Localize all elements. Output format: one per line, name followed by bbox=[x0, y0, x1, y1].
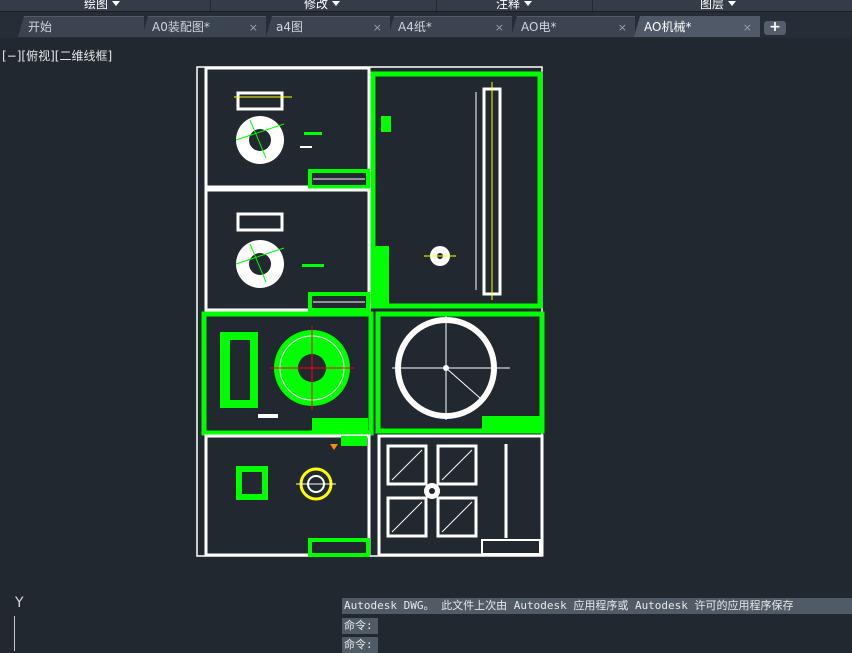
command-history-line: 命令: bbox=[342, 618, 378, 634]
drawing-sheet-6[interactable] bbox=[204, 434, 371, 557]
drawing-sheet-4[interactable] bbox=[201, 311, 374, 436]
ucs-y-axis-line bbox=[14, 616, 15, 651]
drawing-sheet-2[interactable] bbox=[204, 188, 371, 312]
drawing-sheet-5[interactable] bbox=[375, 311, 545, 434]
ucs-y-axis-label: Y bbox=[15, 595, 24, 611]
command-history-line: Autodesk DWG。 此文件上次由 Autodesk 应用程序或 Auto… bbox=[342, 598, 852, 614]
model-space-canvas[interactable] bbox=[0, 0, 852, 651]
drawing-sheet-3[interactable] bbox=[370, 71, 543, 309]
drawing-sheet-7[interactable] bbox=[377, 434, 544, 557]
drawing-sheet-1[interactable] bbox=[204, 66, 371, 189]
